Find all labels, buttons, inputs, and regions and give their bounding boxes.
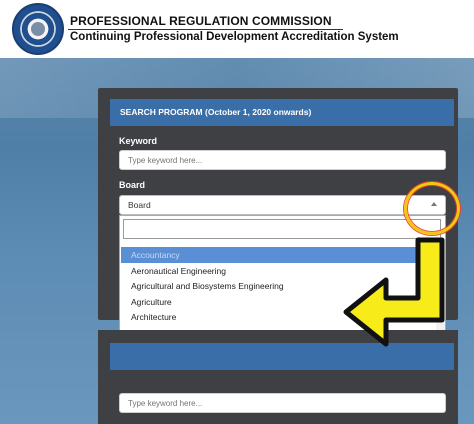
board-select[interactable]: Board	[119, 195, 446, 215]
prc-seal-logo	[12, 3, 64, 55]
pointer-arrow-icon	[343, 237, 445, 347]
title-divider	[68, 29, 343, 30]
search-panel-header: SEARCH PROGRAM (October 1, 2020 onwards)	[110, 99, 454, 126]
second-keyword-input[interactable]	[119, 393, 446, 413]
site-header: PROFESSIONAL REGULATION COMMISSION Conti…	[0, 0, 474, 58]
org-title: PROFESSIONAL REGULATION COMMISSION	[70, 14, 332, 28]
keyword-label: Keyword	[119, 136, 158, 146]
board-label: Board	[119, 180, 146, 190]
keyword-input[interactable]	[119, 150, 446, 170]
highlight-circle-annotation	[404, 182, 460, 235]
seal-center	[31, 22, 45, 36]
system-title: Continuing Professional Development Accr…	[70, 31, 399, 43]
board-select-value: Board	[128, 200, 151, 210]
